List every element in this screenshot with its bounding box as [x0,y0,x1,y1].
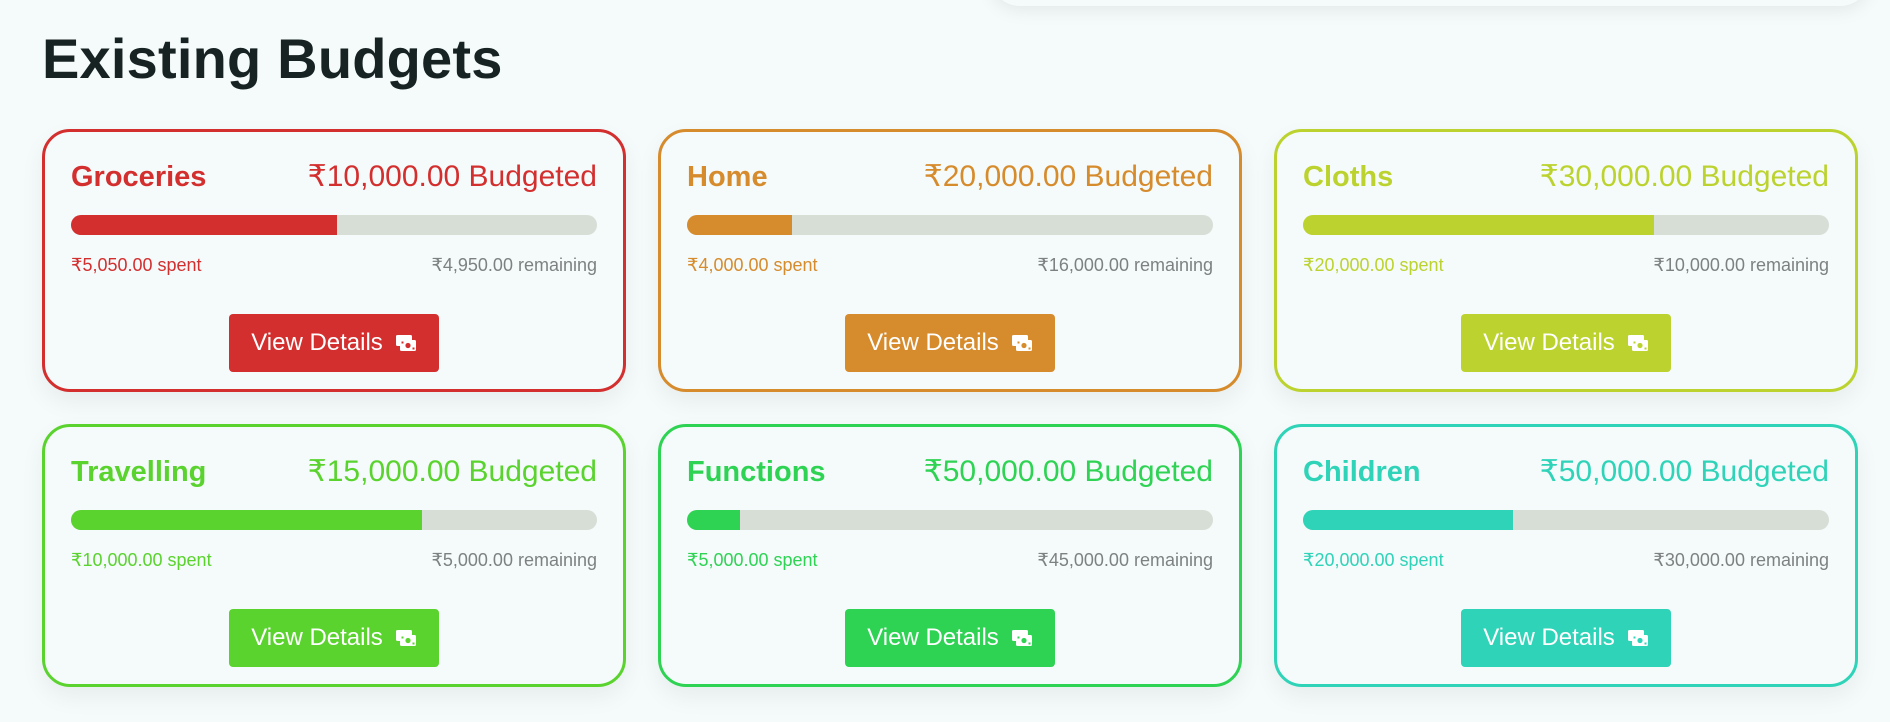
budget-card-header: Travelling ₹15,000.00 Budgeted [71,454,597,489]
budget-actions: View Details [71,314,597,372]
budget-card-header: Cloths ₹30,000.00 Budgeted [1303,159,1829,194]
budget-amount: ₹30,000.00 Budgeted [1539,160,1829,193]
budget-amount: ₹15,000.00 Budgeted [307,455,597,488]
budget-name: Travelling [71,456,207,488]
budget-amount: ₹50,000.00 Budgeted [923,455,1213,488]
view-details-button[interactable]: View Details [1461,609,1671,667]
budget-card-header: Children ₹50,000.00 Budgeted [1303,454,1829,489]
budget-name: Home [687,161,768,193]
budget-card-header: Groceries ₹10,000.00 Budgeted [71,159,597,194]
cash-icon [1627,335,1648,351]
budget-actions: View Details [687,314,1213,372]
budget-amount: ₹10,000.00 Budgeted [307,160,597,193]
view-details-label: View Details [1483,329,1615,356]
budget-amounts: ₹5,000.00 spent ₹45,000.00 remaining [687,550,1213,571]
budget-name: Cloths [1303,161,1394,193]
remaining-amount: ₹4,950.00 remaining [431,255,597,275]
budget-name: Groceries [71,161,207,193]
budget-card: Groceries ₹10,000.00 Budgeted ₹5,050.00 … [42,129,626,392]
budget-amounts: ₹20,000.00 spent ₹10,000.00 remaining [1303,255,1829,276]
budget-amounts: ₹20,000.00 spent ₹30,000.00 remaining [1303,550,1829,571]
budget-amounts: ₹10,000.00 spent ₹5,000.00 remaining [71,550,597,571]
budget-progress-bar [687,510,1213,530]
budget-progress-fill [71,510,422,530]
budget-card-header: Functions ₹50,000.00 Budgeted [687,454,1213,489]
remaining-amount: ₹30,000.00 remaining [1653,550,1829,570]
remaining-amount: ₹16,000.00 remaining [1037,255,1213,275]
view-details-label: View Details [867,329,999,356]
remaining-amount: ₹5,000.00 remaining [431,550,597,570]
view-details-button[interactable]: View Details [845,609,1055,667]
view-details-label: View Details [251,624,383,651]
budget-card: Children ₹50,000.00 Budgeted ₹20,000.00 … [1274,424,1858,687]
view-details-label: View Details [1483,624,1615,651]
remaining-amount: ₹45,000.00 remaining [1037,550,1213,570]
page-title: Existing Budgets [42,27,503,90]
cash-icon [1011,335,1032,351]
view-details-button[interactable]: View Details [1461,314,1671,372]
view-details-button[interactable]: View Details [845,314,1055,372]
spent-amount: ₹20,000.00 spent [1303,550,1444,570]
cash-icon [395,335,416,351]
spent-amount: ₹5,050.00 spent [71,255,202,275]
budget-progress-bar [71,510,597,530]
budget-actions: View Details [1303,314,1829,372]
cash-icon [1627,630,1648,646]
budget-progress-bar [1303,215,1829,235]
budget-progress-fill [1303,215,1654,235]
budget-name: Children [1303,456,1421,488]
budget-card-header: Home ₹20,000.00 Budgeted [687,159,1213,194]
view-details-label: View Details [251,329,383,356]
budget-amounts: ₹4,000.00 spent ₹16,000.00 remaining [687,255,1213,276]
budget-progress-bar [1303,510,1829,530]
budget-progress-fill [687,215,793,235]
spent-amount: ₹5,000.00 spent [687,550,818,570]
view-details-button[interactable]: View Details [229,609,439,667]
cash-icon [395,630,416,646]
view-details-button[interactable]: View Details [229,314,439,372]
budget-progress-bar [687,215,1213,235]
spent-amount: ₹20,000.00 spent [1303,255,1444,275]
budget-card: Home ₹20,000.00 Budgeted ₹4,000.00 spent… [658,129,1242,392]
budget-progress-fill [687,510,740,530]
budget-progress-bar [71,215,597,235]
budget-amounts: ₹5,050.00 spent ₹4,950.00 remaining [71,255,597,276]
budget-actions: View Details [687,609,1213,667]
budget-name: Functions [687,456,826,488]
header-bar-edge [990,0,1870,6]
remaining-amount: ₹10,000.00 remaining [1653,255,1829,275]
view-details-label: View Details [867,624,999,651]
budget-amount: ₹50,000.00 Budgeted [1539,455,1829,488]
budgets-grid: Groceries ₹10,000.00 Budgeted ₹5,050.00 … [42,129,1858,687]
cash-icon [1011,630,1032,646]
budget-card: Travelling ₹15,000.00 Budgeted ₹10,000.0… [42,424,626,687]
budget-amount: ₹20,000.00 Budgeted [923,160,1213,193]
budget-actions: View Details [1303,609,1829,667]
budget-card: Cloths ₹30,000.00 Budgeted ₹20,000.00 sp… [1274,129,1858,392]
spent-amount: ₹10,000.00 spent [71,550,212,570]
budget-progress-fill [71,215,337,235]
budget-actions: View Details [71,609,597,667]
spent-amount: ₹4,000.00 spent [687,255,818,275]
budget-progress-fill [1303,510,1514,530]
budget-card: Functions ₹50,000.00 Budgeted ₹5,000.00 … [658,424,1242,687]
